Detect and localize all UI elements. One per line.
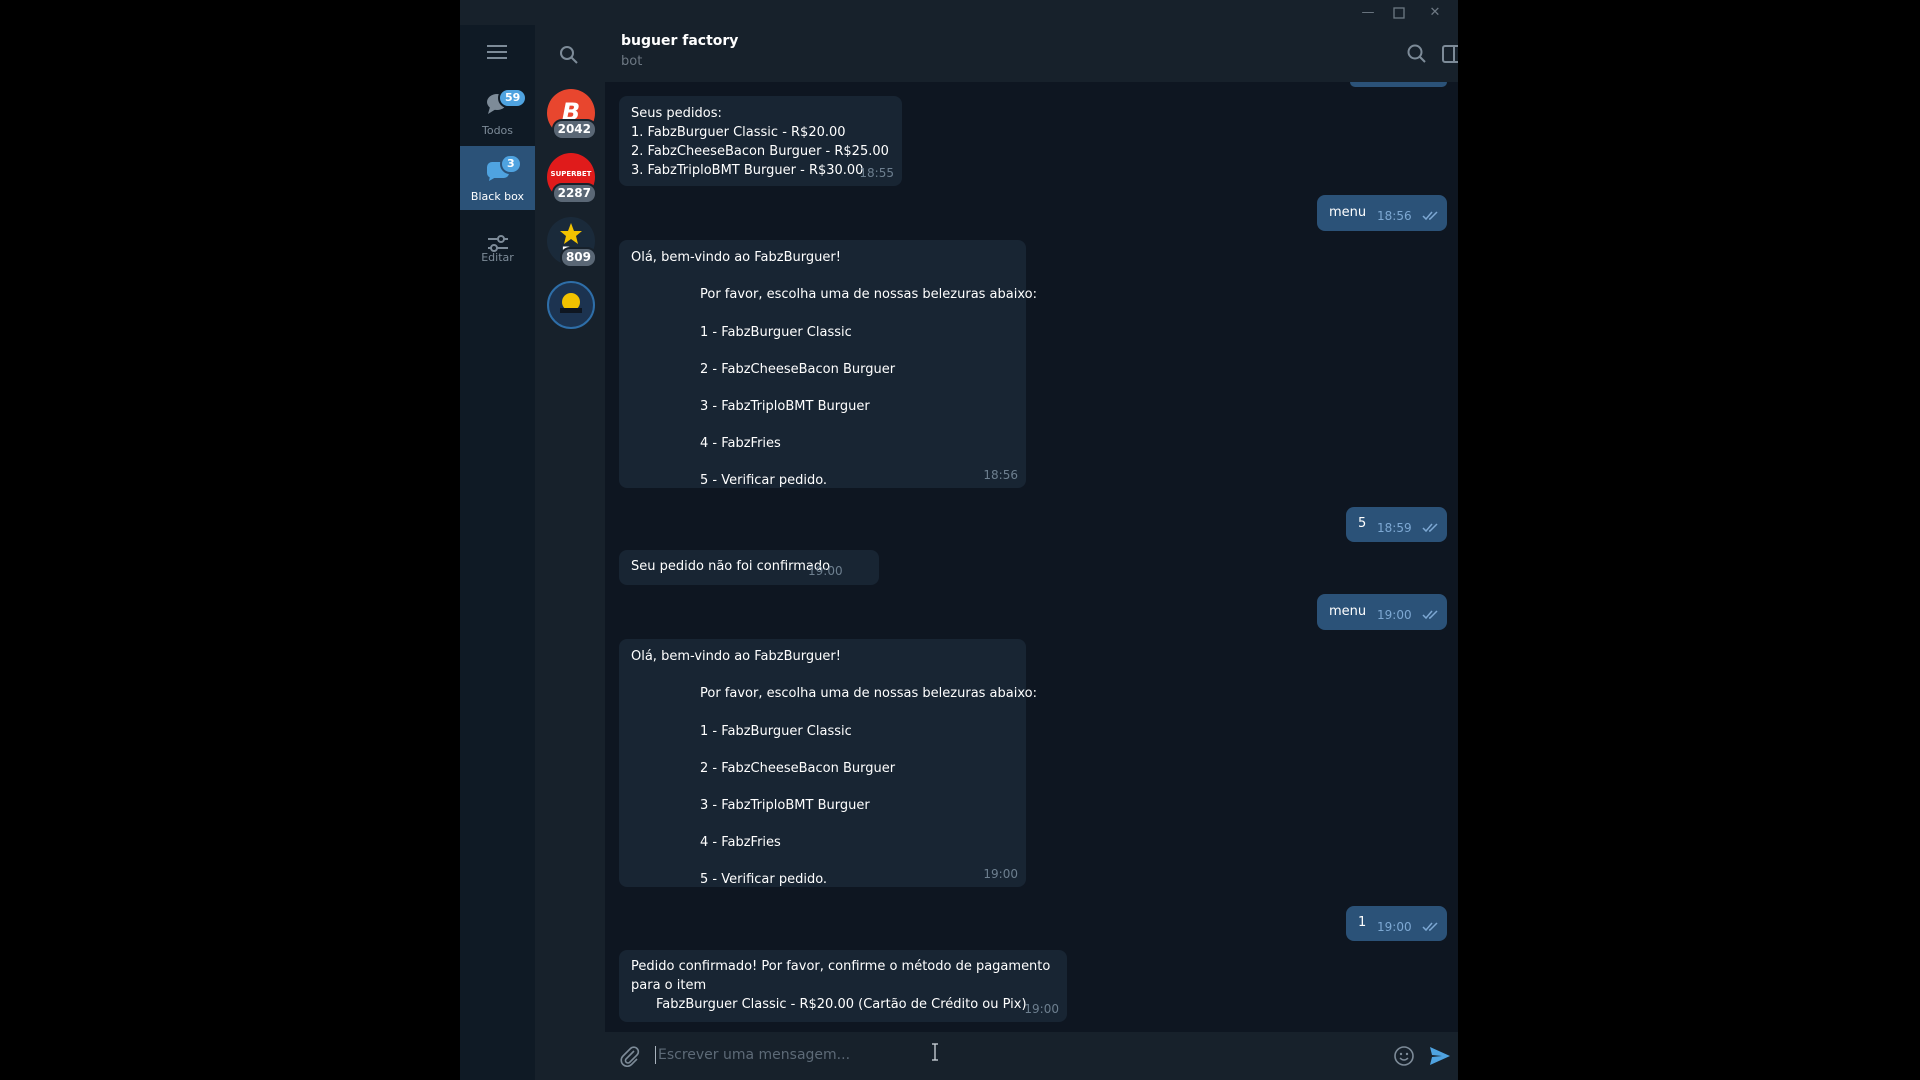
hamburger-menu-icon[interactable] <box>487 45 507 59</box>
folder-sidebar: 59 Todos 3 Black box Editar <box>460 25 535 1080</box>
message-text: 1 <box>1358 915 1367 930</box>
emoji-icon[interactable] <box>1393 1045 1415 1067</box>
message-bubble-partial <box>1350 82 1447 87</box>
message-text: FabzBurguer Classic - R$20.00 (Cartão de… <box>656 997 1027 1012</box>
message-text: 5 - Verificar pedido. <box>700 473 828 488</box>
message-bubble-outgoing[interactable]: menu 19:00 <box>1317 594 1447 630</box>
chat-item[interactable]: B 2042 <box>547 89 597 140</box>
message-area: Seus pedidos: 1. FabzBurguer Classic - R… <box>605 82 1458 1032</box>
message-bubble-outgoing[interactable]: menu 18:56 <box>1317 195 1447 231</box>
folder-todos[interactable]: 59 Todos <box>460 80 535 144</box>
main-menu-button[interactable] <box>460 25 535 73</box>
folder-label: Editar <box>481 251 514 264</box>
send-icon[interactable] <box>1428 1044 1452 1068</box>
message-text: 2. FabzCheeseBacon Burguer - R$25.00 <box>631 144 889 159</box>
message-text: Por favor, escolha uma de nossas belezur… <box>700 287 1037 302</box>
message-text: 2 - FabzCheeseBacon Burguer <box>700 761 896 776</box>
maximize-icon[interactable] <box>1388 3 1410 23</box>
message-composer: Escrever uma mensagem... <box>605 1032 1458 1080</box>
chat-list: B 2042 SUPERBET 2287 B 809 <box>535 25 605 1080</box>
text-caret <box>655 1046 656 1064</box>
message-text: 3 - FabzTriploBMT Burguer <box>700 798 870 813</box>
double-check-icon <box>1422 211 1438 221</box>
chat-header[interactable]: buguer factory bot <box>605 25 1458 82</box>
message-time: 19:00 <box>1377 608 1412 622</box>
close-icon[interactable]: ✕ <box>1424 3 1446 23</box>
message-text: Seu pedido não foi confirmado <box>631 559 831 574</box>
attach-paperclip-icon[interactable] <box>619 1045 641 1067</box>
chat-title: buguer factory <box>621 33 739 49</box>
unread-badge: 809 <box>559 247 597 268</box>
message-text: 2 - FabzCheeseBacon Burguer <box>700 362 896 377</box>
message-bubble-incoming[interactable]: Seu pedido não foi confirmado 19:00 <box>619 550 879 585</box>
sidebar-toggle-icon[interactable] <box>1440 42 1458 66</box>
chat-item[interactable] <box>547 281 595 329</box>
svg-text:SUPERBET: SUPERBET <box>551 170 592 178</box>
message-text: 1. FabzBurguer Classic - R$20.00 <box>631 125 846 140</box>
message-time: 19:00 <box>808 564 843 578</box>
double-check-icon <box>1422 523 1438 533</box>
message-text: Seus pedidos: <box>631 106 722 121</box>
message-text: 3. FabzTriploBMT Burguer - R$30.00 <box>631 163 864 178</box>
search-icon[interactable] <box>1405 42 1429 66</box>
message-text: 3 - FabzTriploBMT Burguer <box>700 399 870 414</box>
message-input[interactable]: Escrever uma mensagem... <box>658 1047 850 1063</box>
message-bubble-incoming[interactable]: Seus pedidos: 1. FabzBurguer Classic - R… <box>619 96 902 186</box>
unread-badge: 59 <box>498 88 528 108</box>
folder-edit[interactable]: Editar <box>460 221 535 285</box>
unread-badge: 2287 <box>551 183 597 204</box>
message-text: 5 - Verificar pedido. <box>700 872 828 887</box>
message-bubble-incoming[interactable]: Pedido confirmado! Por favor, confirme o… <box>619 950 1067 1022</box>
search-icon[interactable] <box>559 45 579 65</box>
unread-badge: 2042 <box>551 119 597 140</box>
message-time: 18:59 <box>1377 521 1412 535</box>
message-time: 18:56 <box>983 468 1018 482</box>
message-text: Olá, bem-vindo ao FabzBurguer! <box>631 649 841 664</box>
message-time: 18:55 <box>859 166 894 180</box>
chat-item[interactable]: SUPERBET 2287 <box>547 153 597 204</box>
message-time: 19:00 <box>1377 920 1412 934</box>
message-bubble-incoming[interactable]: Olá, bem-vindo ao FabzBurguer! Por favor… <box>619 639 1037 887</box>
blackbox-logo-icon <box>560 293 582 313</box>
message-text: Olá, bem-vindo ao FabzBurguer! <box>631 250 841 265</box>
chat-subtitle: bot <box>621 54 643 69</box>
message-bubble-outgoing[interactable]: 1 19:00 <box>1346 906 1447 941</box>
message-bubble-incoming[interactable]: Olá, bem-vindo ao FabzBurguer! Por favor… <box>619 240 1037 488</box>
message-time: 19:00 <box>983 867 1018 881</box>
minimize-icon[interactable]: — <box>1357 3 1379 23</box>
message-text: para o item <box>631 978 707 993</box>
message-text: menu <box>1329 205 1367 220</box>
message-bubble-outgoing[interactable]: 5 18:59 <box>1346 507 1447 542</box>
message-text: menu <box>1329 604 1367 619</box>
folder-label: Black box <box>470 190 525 203</box>
message-text: 1 - FabzBurguer Classic <box>700 724 852 739</box>
folder-black-box[interactable]: 3 Black box <box>460 146 535 210</box>
message-text: 4 - FabzFries <box>700 835 781 850</box>
double-check-icon <box>1422 922 1438 932</box>
message-time: 19:00 <box>1024 1002 1059 1016</box>
chat-item[interactable]: B 809 <box>547 217 597 268</box>
message-text: Por favor, escolha uma de nossas belezur… <box>700 686 1037 701</box>
message-text: 4 - FabzFries <box>700 436 781 451</box>
message-time: 18:56 <box>1377 209 1412 223</box>
unread-badge: 3 <box>500 154 522 174</box>
folder-label: Todos <box>481 124 514 137</box>
title-bar: — ✕ <box>460 0 1458 25</box>
message-text: 5 <box>1358 516 1367 531</box>
telegram-window: — ✕ 59 Todos 3 Black box Editar B 2042 S… <box>460 0 1458 1080</box>
message-text: Pedido confirmado! Por favor, confirme o… <box>631 959 1051 974</box>
double-check-icon <box>1422 610 1438 620</box>
text-cursor-icon <box>932 1043 938 1061</box>
message-text: 1 - FabzBurguer Classic <box>700 325 852 340</box>
